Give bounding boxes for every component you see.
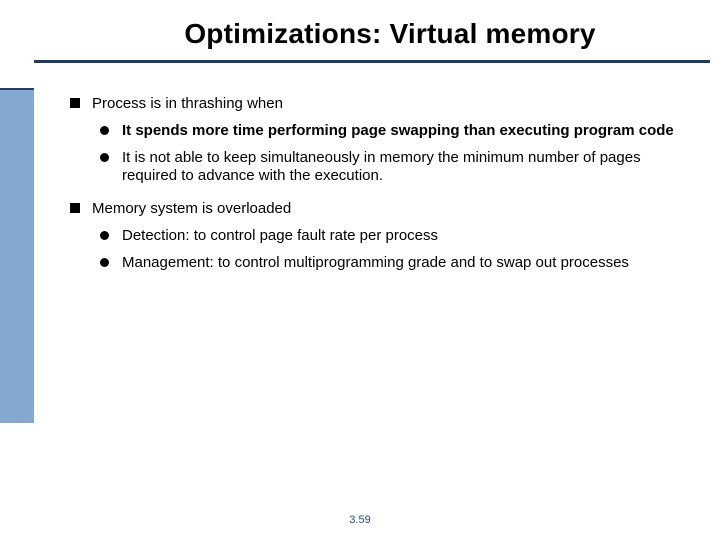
bullet-l1: Process is in thrashing when <box>70 95 680 114</box>
bullet-text: Process is in thrashing when <box>92 95 283 112</box>
sidebar-accent <box>0 88 34 423</box>
content-area: Process is in thrashing when It spends m… <box>70 95 680 286</box>
bullet-text: It spends more time performing page swap… <box>122 122 674 139</box>
bullet-block: Process is in thrashing when It spends m… <box>70 95 680 186</box>
title-wrap: Optimizations: Virtual memory <box>90 18 690 50</box>
bullet-l2: Detection: to control page fault rate pe… <box>100 227 680 246</box>
bullet-text: Detection: to control page fault rate pe… <box>122 227 438 244</box>
bullet-text: Management: to control multiprogramming … <box>122 254 629 271</box>
bullet-l2: It spends more time performing page swap… <box>100 122 680 141</box>
page-number: 3.59 <box>0 514 720 526</box>
bullet-l1: Memory system is overloaded <box>70 200 680 219</box>
title-rule <box>34 60 710 63</box>
bullet-l2: Management: to control multiprogramming … <box>100 254 680 273</box>
slide: Optimizations: Virtual memory Process is… <box>0 0 720 540</box>
bullet-l2: It is not able to keep simultaneously in… <box>100 149 680 187</box>
bullet-text: It is not able to keep simultaneously in… <box>122 149 641 185</box>
slide-title: Optimizations: Virtual memory <box>90 18 690 50</box>
bullet-block: Memory system is overloaded Detection: t… <box>70 200 680 272</box>
bullet-text: Memory system is overloaded <box>92 200 291 217</box>
